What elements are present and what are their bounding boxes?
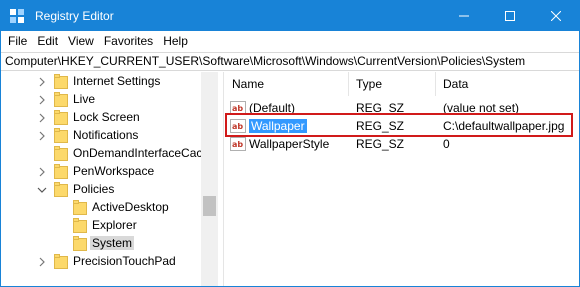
pane-splitter[interactable] [218,72,224,286]
folder-icon [54,182,68,197]
tree-item-label: Internet Settings [73,74,161,88]
scrollbar-thumb[interactable] [203,196,216,216]
close-icon [551,11,561,21]
collapse-chevron-icon[interactable] [37,184,47,196]
title-bar[interactable]: Registry Editor [1,1,579,31]
tree-item[interactable]: Internet Settings [1,73,201,91]
value-data: 0 [443,137,450,151]
value-name: WallpaperStyle [249,137,330,151]
expand-chevron-icon[interactable] [37,166,47,178]
folder-icon [54,146,68,161]
tree-item[interactable]: PenWorkspace [1,163,201,181]
menu-bar: File Edit View Favorites Help [1,31,579,51]
expand-chevron-icon[interactable] [37,94,47,106]
tree-item-label: ActiveDesktop [92,200,169,214]
tree-item[interactable]: Policies [1,181,201,199]
tree-item-label: Notifications [73,128,139,142]
tree-vertical-scrollbar[interactable] [201,72,218,286]
minimize-button[interactable] [441,1,487,31]
menu-help[interactable]: Help [158,31,193,51]
svg-text:ab: ab [232,140,243,149]
menu-file[interactable]: File [3,31,32,51]
wallpaper-highlight-annotation [225,113,573,137]
close-button[interactable] [533,1,579,31]
value-row[interactable]: ab WallpaperStyle REG_SZ 0 [225,135,579,153]
folder-icon [54,110,68,125]
address-bar[interactable]: Computer\HKEY_CURRENT_USER\Software\Micr… [1,52,579,71]
folder-icon [54,128,68,143]
folder-icon [73,236,87,251]
expand-chevron-icon[interactable] [37,112,47,124]
maximize-icon [505,11,515,21]
expand-chevron-icon[interactable] [37,130,47,142]
tree-item[interactable]: System [1,235,201,253]
value-type: REG_SZ [356,137,405,151]
registry-editor-app-icon [9,8,25,24]
tree-item[interactable]: Lock Screen [1,109,201,127]
column-header-name[interactable]: Name [225,72,264,96]
folder-icon [73,218,87,233]
maximize-button[interactable] [487,1,533,31]
menu-edit[interactable]: Edit [32,31,63,51]
folder-icon [73,200,87,215]
tree-item-label: Explorer [92,218,137,232]
tree-item-label: PenWorkspace [73,164,155,178]
menu-favorites[interactable]: Favorites [99,31,158,51]
tree-item-label: Lock Screen [73,110,140,124]
tree-item-label: Policies [73,182,115,196]
column-header-data[interactable]: Data [436,72,468,96]
folder-icon [54,254,68,269]
tree-item[interactable]: ActiveDesktop [1,199,201,217]
registry-editor-window: Registry Editor File Edit View Favorites… [0,0,580,287]
minimize-icon [459,15,469,17]
tree-item[interactable]: Live [1,91,201,109]
menu-view[interactable]: View [63,31,99,51]
expand-chevron-icon[interactable] [37,256,47,268]
tree-item-label: System [90,236,135,250]
registry-key-tree: Internet Settings Live Lock Screen Notifica… [1,72,218,286]
svg-text:ab: ab [232,104,243,113]
tree-item-label: OnDemandInterfaceCac [73,146,203,160]
column-header-type[interactable]: Type [349,72,382,96]
tree-item[interactable]: Explorer [1,217,201,235]
window-title: Registry Editor [35,9,114,23]
expand-chevron-icon[interactable] [37,76,47,88]
folder-icon [54,164,68,179]
tree-item-label: PrecisionTouchPad [73,254,176,268]
folder-icon [54,92,68,107]
string-value-icon: ab [230,137,246,151]
tree-item-label: Live [73,92,96,106]
tree-item[interactable]: Notifications [1,127,201,145]
tree-item[interactable]: PrecisionTouchPad [1,253,201,271]
folder-icon [54,74,68,89]
registry-values-list: Name Type Data ab (Default) REG_SZ (value n… [225,72,579,286]
tree-item[interactable]: OnDemandInterfaceCac [1,145,203,163]
